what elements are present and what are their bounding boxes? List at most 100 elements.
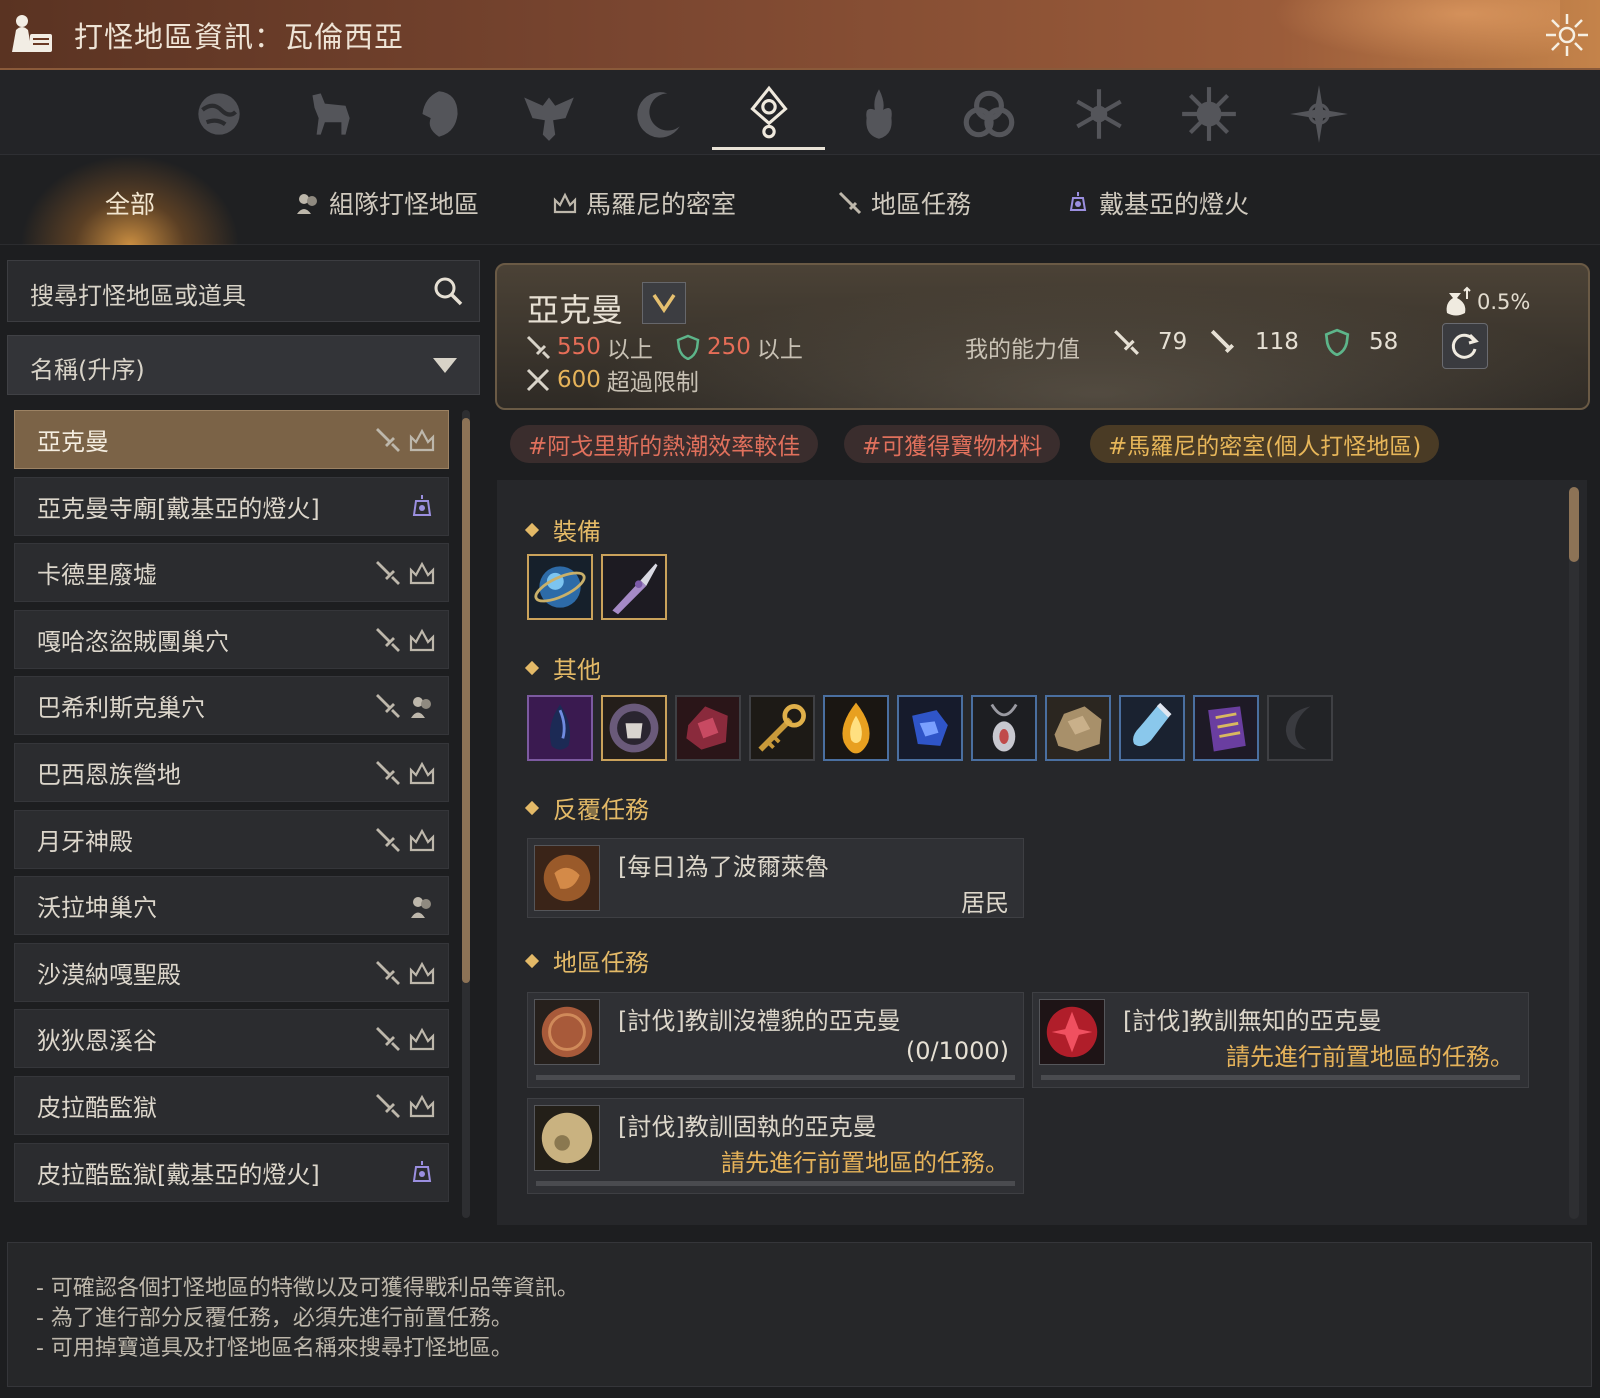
tag-treasure-material[interactable]: #可獲得寶物材料 [844,425,1061,463]
party-icon [411,697,431,718]
crown-icon [409,828,435,852]
party-icon [297,194,317,214]
zone-dropdown-button[interactable] [642,282,686,324]
requirement-cap-suffix: 超過限制 [606,370,699,396]
crown-icon [409,428,435,452]
bronze-relic-icon [535,846,599,910]
requirement-ap: 550 以上 [525,330,653,364]
item-slot-potion[interactable] [1119,695,1185,761]
area-quest-card[interactable]: [討伐]教訓沒禮貌的亞克曼 (0/1000) [527,992,1024,1088]
item-slot-fire-gem[interactable] [823,695,889,761]
region-tab-flame[interactable] [822,78,935,150]
crown-icon [409,628,435,652]
list-item[interactable]: 亞克曼 [14,410,449,469]
list-item[interactable]: 亞克曼寺廟[戴基亞的燈火] [14,477,449,536]
list-item[interactable]: 皮拉酷監獄[戴基亞的燈火] [14,1143,449,1202]
requirement-cap: 600 超過限制 [525,363,699,397]
crown-icon [553,192,577,214]
list-item[interactable]: 卡德里廢墟 [14,543,449,602]
search-icon[interactable] [431,274,465,308]
list-item[interactable]: 月牙神殿 [14,810,449,869]
dagger-icon [603,556,665,618]
list-item[interactable]: 沃拉坤巢穴 [14,876,449,935]
content-scroll-thumb[interactable] [1569,487,1579,562]
area-quest-progress-bar [536,1075,1015,1080]
region-tab-bar [0,70,1600,155]
zone-name: 皮拉酷監獄[戴基亞的燈火] [37,1161,320,1189]
region-tab-sun-eye[interactable] [712,78,825,150]
lantern-icon [412,495,432,516]
tab-dehkia-lantern[interactable]: 戴基亞的燈火 [1065,183,1249,223]
region-tab-lion[interactable] [382,78,495,150]
zone-header-panel: 亞克曼 550 以上 250 以上 600 超過限制 我的能力值 79 118 58 … [495,263,1590,410]
my-stats-label: 我的能力值 [965,337,1080,363]
section-area-quests-label: 地區任務 [553,949,649,977]
item-slot-blue-orb[interactable] [527,554,593,620]
item-slot-purple-scroll[interactable] [1193,695,1259,761]
sort-dropdown[interactable]: 名稱(升序) [7,335,480,395]
area-quest-card[interactable]: [討伐]教訓無知的亞克曼 請先進行前置地區的任務。 [1032,992,1529,1088]
area-quest-card[interactable]: [討伐]教訓固執的亞克曼 請先進行前置地區的任務。 [527,1098,1024,1194]
region-tab-moon[interactable] [602,78,715,150]
my-stat-dp: 58 [1323,328,1398,356]
blue-relic-icon [899,697,961,759]
list-item[interactable]: 沙漠納嘎聖殿 [14,943,449,1002]
drop-rate: 0.5% [1439,285,1530,319]
tag-marni-room[interactable]: #馬羅尼的密室(個人打怪地區) [1090,425,1440,463]
tab-area-quests[interactable]: 地區任務 [837,183,971,223]
search-input[interactable]: 搜尋打怪地區或道具 [30,276,246,311]
search-box[interactable]: 搜尋打怪地區或道具 [7,260,480,322]
content-scrollbar[interactable] [1569,487,1579,1219]
sword-icon [376,428,400,452]
my-stat-ap-value: 79 [1158,329,1188,355]
list-item[interactable]: 巴西恩族營地 [14,743,449,802]
item-slot-dagger[interactable] [601,554,667,620]
section-area-quests: 地區任務 [524,943,649,978]
tab-all[interactable]: 全部 [20,155,240,245]
list-item[interactable]: 嘎哈恣盜賊團巢穴 [14,610,449,669]
potion-icon [1121,697,1183,759]
list-item[interactable]: 巴希利斯克巢穴 [14,676,449,735]
region-tab-snowflake[interactable] [1042,78,1155,150]
area-quest-status: 請先進行前置地區的任務。 [1226,1043,1514,1071]
item-slot-red-ore[interactable] [675,695,741,761]
npc-book-icon [12,15,52,52]
item-slot-black-horn[interactable] [1267,695,1333,761]
sword-icon [376,828,400,852]
tab-marni-room[interactable]: 馬羅尼的密室 [552,183,736,223]
item-slot-dark-crystal[interactable] [527,695,593,761]
list-item[interactable]: 狄狄恩溪谷 [14,1009,449,1068]
list-item[interactable]: 皮拉酷監獄 [14,1076,449,1135]
region-tab-eagle[interactable] [492,78,605,150]
region-tab-globe[interactable] [162,78,275,150]
requirement-ap-suffix: 以上 [606,337,653,363]
region-tab-horse[interactable] [272,78,385,150]
copper-coin-icon [535,1000,599,1064]
item-slot-golden-key[interactable] [749,695,815,761]
region-tab-triquetra[interactable] [932,78,1045,150]
eagle-crest-region-icon [523,97,574,141]
item-slot-stone-ore[interactable] [1045,695,1111,761]
region-tab-compass[interactable] [1262,78,1375,150]
golden-key-icon [751,697,813,759]
item-slot-amulet[interactable] [971,695,1037,761]
amulet-icon [973,697,1035,759]
region-tab-radiant-sun[interactable] [1152,78,1265,150]
area-quest-title: [討伐]教訓無知的亞克曼 [1123,1007,1382,1035]
crown-icon [409,561,435,585]
tab-party-zones[interactable]: 組隊打怪地區 [295,183,479,223]
zone-list-scroll-thumb[interactable] [462,418,470,983]
zone-type-icons [408,493,436,521]
sun-emblem-icon[interactable] [1544,12,1590,58]
diamond-bullet-icon [524,660,540,675]
tag-agris-fever[interactable]: #阿戈里斯的熱潮效率較佳 [510,425,819,463]
zone-name: 月牙神殿 [37,828,133,856]
tab-all-label: 全部 [104,190,155,219]
footer-tip: - 為了進行部分反覆任務，必須先進行前置任務。 [36,1306,513,1331]
item-slot-skull-medallion[interactable] [601,695,667,761]
skull-medallion-icon [603,697,665,759]
drop-rate-value: 0.5% [1477,290,1531,314]
repeat-quest-card[interactable]: [每日]為了波爾萊魯 居民 [527,838,1024,918]
refresh-button[interactable] [1442,323,1488,369]
item-slot-blue-relic[interactable] [897,695,963,761]
